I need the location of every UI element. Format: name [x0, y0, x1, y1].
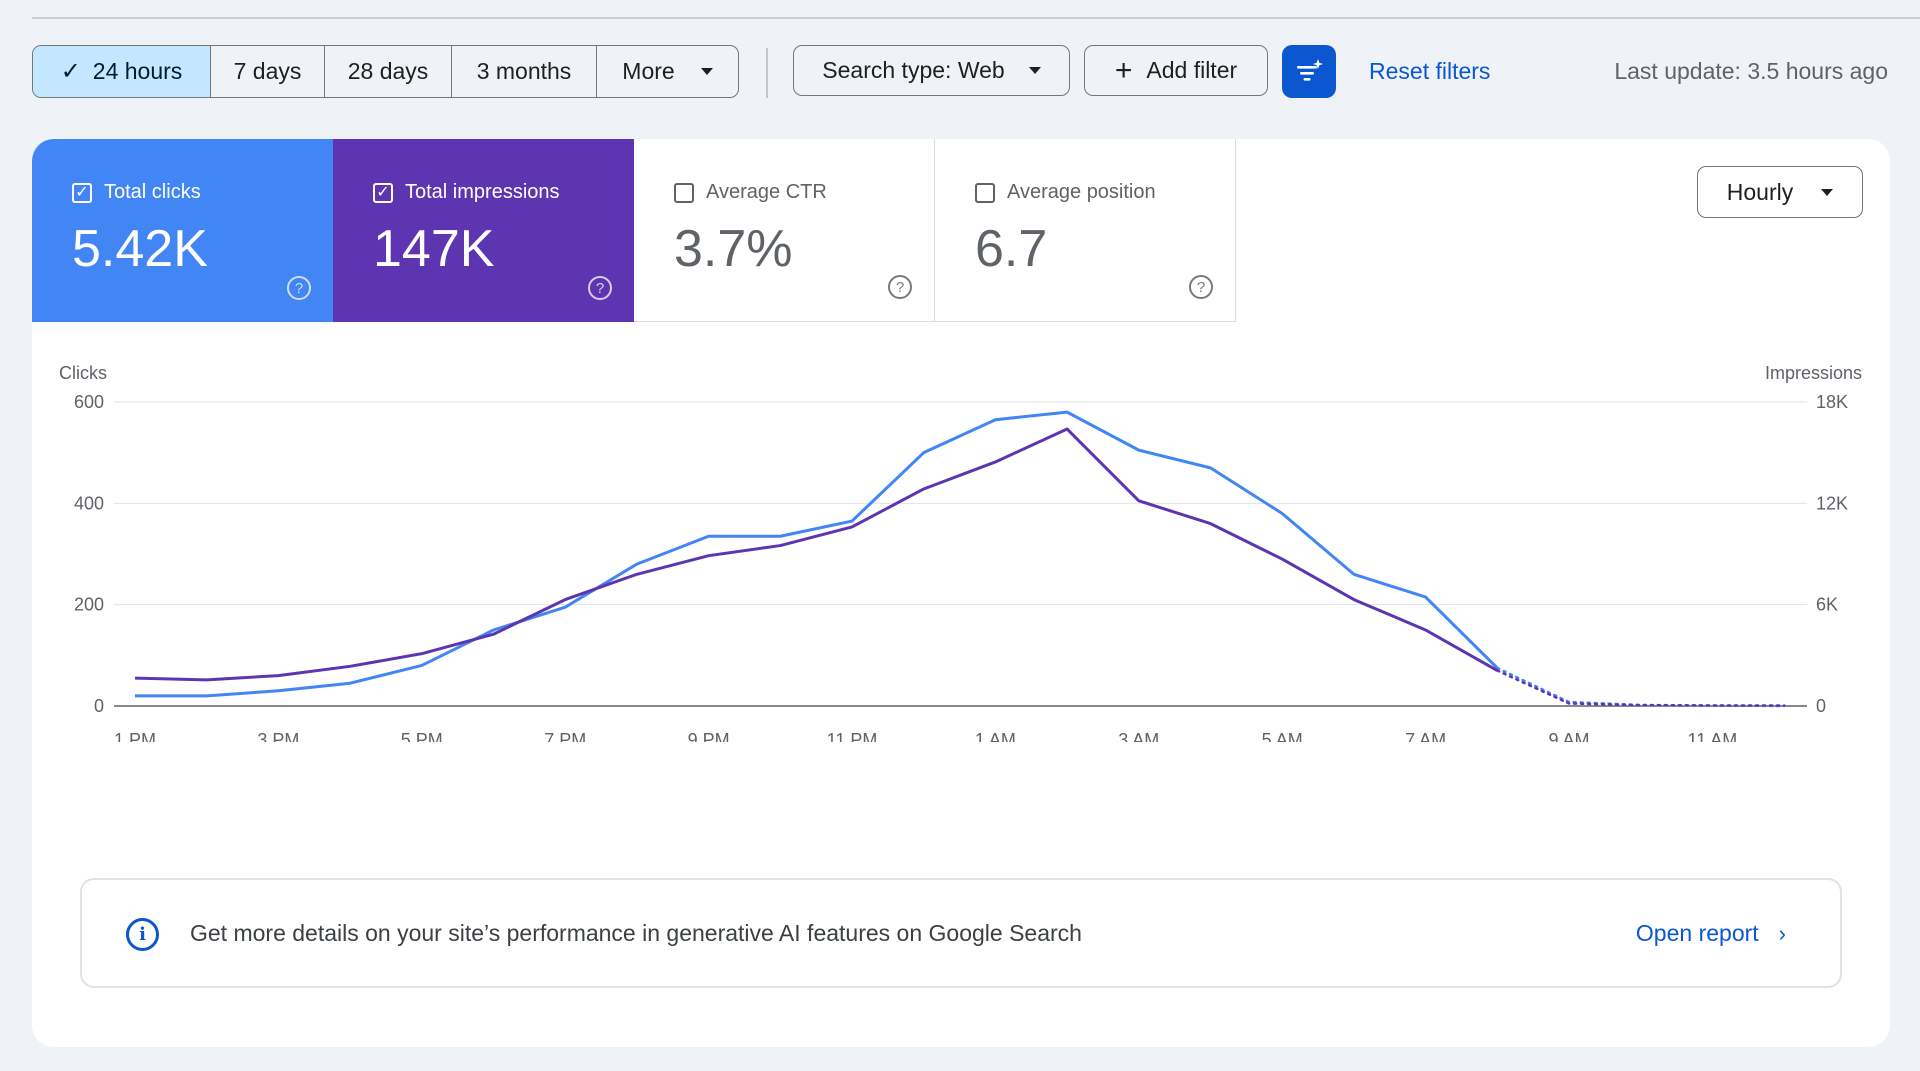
- help-icon[interactable]: ?: [287, 276, 311, 300]
- search-type-dropdown[interactable]: Search type: Web: [793, 45, 1070, 96]
- help-icon[interactable]: ?: [1189, 275, 1213, 299]
- chevron-down-icon: [1821, 188, 1834, 196]
- last-update-text: Last update: 3.5 hours ago: [1614, 58, 1888, 84]
- checkbox-unchecked-icon[interactable]: [674, 182, 694, 203]
- clicks-series-line: [135, 410, 1499, 698]
- help-icon[interactable]: ?: [888, 275, 912, 299]
- range-label: 3 months: [476, 58, 572, 84]
- check-icon: ✓: [60, 58, 81, 85]
- performance-chart: Clicks Impressions 0 0 200 6K 400 12K 600 18K 1 PM…: [59, 363, 1862, 742]
- add-filter-button[interactable]: + Add filter: [1084, 45, 1268, 96]
- info-icon: i: [126, 918, 159, 951]
- search-type-label: Search type: Web: [822, 57, 1005, 83]
- left-tick-label: 0: [94, 696, 104, 716]
- x-tick-label: 1 AM: [975, 730, 1016, 742]
- range-24-hours-button[interactable]: ✓ 24 hours: [33, 46, 211, 97]
- impressions-series-line: [134, 427, 1499, 682]
- left-axis-title: Clicks: [59, 363, 107, 383]
- granularity-label: Hourly: [1726, 178, 1794, 205]
- metric-average-ctr[interactable]: Average CTR 3.7% ?: [634, 139, 935, 322]
- x-tick-label: 3 PM: [257, 730, 299, 742]
- metric-label: Total impressions: [405, 181, 560, 203]
- range-3-months-button[interactable]: 3 months: [452, 46, 597, 97]
- range-28-days-button[interactable]: 28 days: [325, 46, 452, 97]
- reset-filters-link[interactable]: Reset filters: [1369, 58, 1490, 85]
- metric-label: Average CTR: [706, 181, 827, 203]
- chevron-down-icon: [700, 68, 713, 75]
- metric-value: 6.7: [975, 220, 1048, 278]
- x-tick-label: 5 AM: [1262, 730, 1303, 742]
- x-tick-label: 7 PM: [544, 730, 586, 742]
- metric-value: 3.7%: [674, 220, 793, 278]
- right-tick-label: 12K: [1816, 493, 1848, 513]
- left-tick-label: 600: [74, 392, 104, 412]
- clicks-series-partial-line: [1496, 666, 1786, 708]
- performance-card: ✓ Total clicks 5.42K ? ✓ Total impressio…: [32, 139, 1890, 1047]
- checkbox-checked-icon[interactable]: ✓: [72, 182, 92, 203]
- metric-label: Total clicks: [104, 181, 201, 203]
- checkbox-checked-icon[interactable]: ✓: [373, 182, 393, 203]
- top-divider: [32, 17, 1920, 19]
- granularity-dropdown[interactable]: Hourly: [1697, 166, 1863, 218]
- right-tick-label: 6K: [1816, 595, 1838, 615]
- x-tick-label: 5 PM: [401, 730, 443, 742]
- left-tick-label: 200: [74, 595, 104, 615]
- checkbox-unchecked-icon[interactable]: [975, 182, 995, 203]
- x-tick-label: 11 AM: [1688, 730, 1738, 742]
- left-tick-label: 400: [74, 493, 104, 513]
- x-tick-label: 7 AM: [1405, 730, 1446, 742]
- plus-icon: +: [1114, 53, 1133, 87]
- metric-value: 5.42K: [72, 220, 208, 278]
- ai-filter-button[interactable]: [1282, 45, 1336, 98]
- toolbar: ✓ 24 hours 7 days 28 days 3 months More …: [32, 45, 1888, 98]
- add-filter-label: Add filter: [1146, 57, 1238, 83]
- sparkle-filter-icon: [1297, 58, 1323, 81]
- ai-features-banner: i Get more details on your site’s perfor…: [80, 878, 1842, 988]
- x-tick-label: 9 AM: [1548, 730, 1589, 742]
- metric-label-row: ✓ Total impressions: [373, 181, 560, 204]
- metric-value: 147K: [373, 220, 495, 278]
- help-icon[interactable]: ?: [588, 276, 612, 300]
- range-more-dropdown[interactable]: More: [597, 46, 738, 97]
- chevron-right-icon: ›: [1778, 920, 1786, 946]
- metric-average-position[interactable]: Average position 6.7 ?: [935, 139, 1236, 322]
- metric-total-impressions[interactable]: ✓ Total impressions 147K ?: [333, 139, 634, 322]
- range-label: 7 days: [233, 58, 302, 84]
- x-tick-label: 1 PM: [114, 730, 156, 742]
- impressions-series-partial-line: [1496, 669, 1786, 707]
- banner-text: Get more details on your site’s performa…: [190, 920, 1082, 946]
- range-label: More: [622, 58, 675, 84]
- metric-label: Average position: [1007, 181, 1156, 203]
- x-tick-label: 11 PM: [827, 730, 878, 742]
- metric-total-clicks[interactable]: ✓ Total clicks 5.42K ?: [32, 139, 333, 322]
- open-report-link[interactable]: Open report ›: [1636, 920, 1786, 947]
- right-axis-title: Impressions: [1765, 363, 1862, 383]
- right-tick-label: 0: [1816, 696, 1826, 716]
- range-label: 28 days: [347, 58, 429, 84]
- toolbar-separator: [766, 48, 768, 98]
- right-tick-label: 18K: [1816, 392, 1848, 412]
- open-report-label: Open report: [1635, 920, 1759, 946]
- x-tick-label: 3 AM: [1118, 730, 1159, 742]
- metric-label-row: Average position: [975, 181, 1156, 204]
- chevron-down-icon: [1028, 67, 1041, 74]
- range-7-days-button[interactable]: 7 days: [211, 46, 325, 97]
- metric-label-row: ✓ Total clicks: [72, 181, 201, 204]
- x-tick-label: 9 PM: [688, 730, 730, 742]
- range-label: 24 hours: [92, 58, 183, 84]
- date-range-selector: ✓ 24 hours 7 days 28 days 3 months More: [32, 45, 739, 98]
- metric-label-row: Average CTR: [674, 181, 827, 204]
